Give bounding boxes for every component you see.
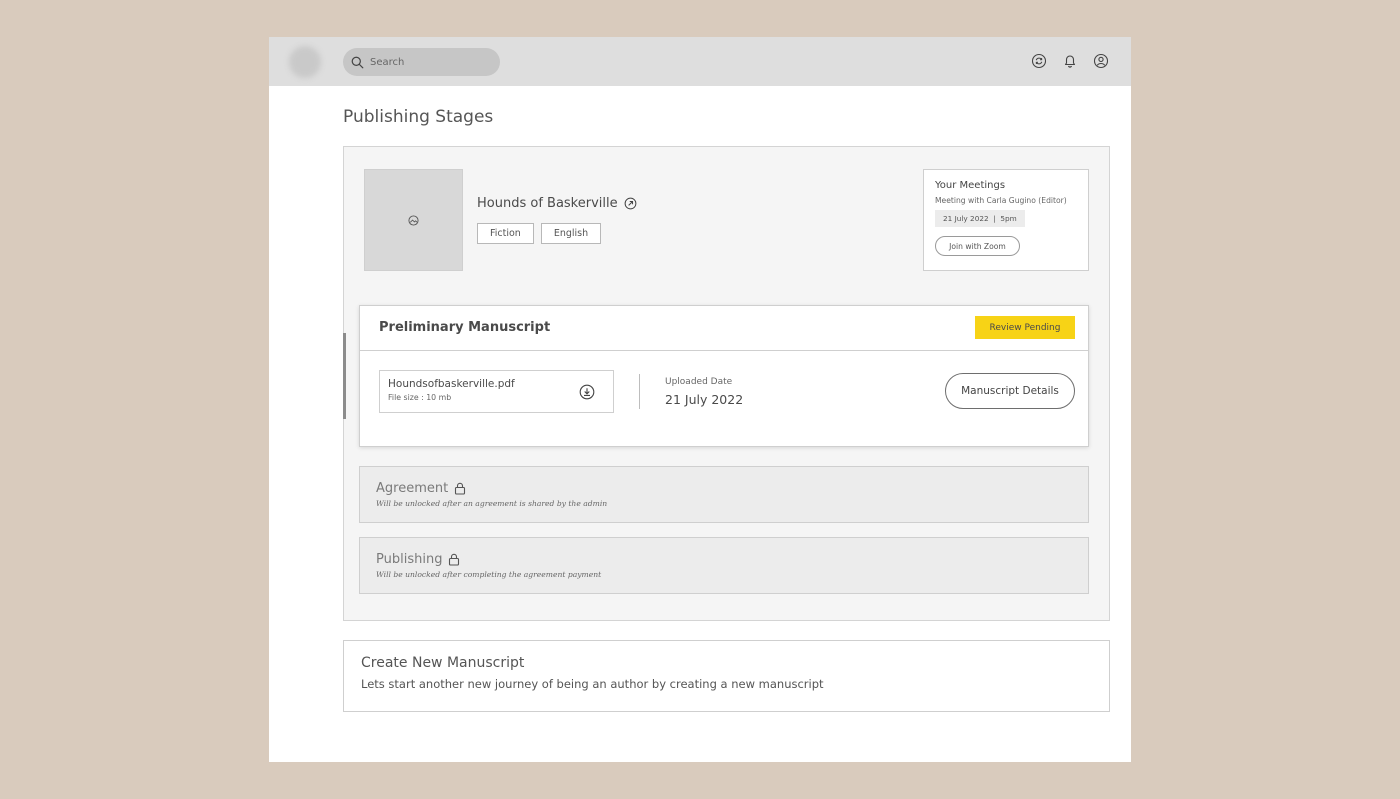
active-stage-indicator <box>343 333 346 419</box>
file-attachment[interactable]: Houndsofbaskerville.pdf File size : 10 m… <box>379 370 614 413</box>
image-placeholder-icon <box>408 214 419 226</box>
search-bar[interactable] <box>343 48 500 76</box>
stage-publishing: Publishing Will be unlocked after comple… <box>359 537 1089 594</box>
meeting-time: 21 July 2022 | 5pm <box>935 210 1025 227</box>
stage-title-row: Publishing <box>376 552 1072 567</box>
join-zoom-button[interactable]: Join with Zoom <box>935 236 1020 256</box>
stage-note: Will be unlocked after an agreement is s… <box>376 499 608 508</box>
vertical-divider <box>639 374 640 409</box>
book-title-row: Hounds of Baskerville <box>477 196 637 211</box>
meetings-card: Your Meetings Meeting with Carla Gugino … <box>923 169 1089 271</box>
tag-genre: Fiction <box>477 223 534 244</box>
manuscript-details-button[interactable]: Manuscript Details <box>945 373 1075 409</box>
book-title: Hounds of Baskerville <box>477 196 618 211</box>
top-bar <box>269 37 1131 86</box>
top-icons <box>1031 53 1109 69</box>
stages-panel: Hounds of Baskerville Fiction English Yo… <box>343 146 1110 621</box>
lock-icon <box>449 553 460 566</box>
stage-title: Agreement <box>376 481 449 496</box>
search-icon <box>351 56 364 68</box>
status-badge: Review Pending <box>975 316 1075 339</box>
stage-title: Publishing <box>376 552 443 567</box>
stage-header: Preliminary Manuscript Review Pending <box>360 306 1088 351</box>
refresh-icon[interactable] <box>1031 53 1047 69</box>
meeting-description: Meeting with Carla Gugino (Editor) <box>935 196 1067 205</box>
uploaded-date: 21 July 2022 <box>665 392 744 407</box>
search-input[interactable] <box>370 56 490 68</box>
meetings-title: Your Meetings <box>935 180 1006 191</box>
create-title: Create New Manuscript <box>361 655 525 671</box>
app-logo[interactable] <box>289 46 321 78</box>
file-name: Houndsofbaskerville.pdf <box>388 378 515 390</box>
stage-agreement: Agreement Will be unlocked after an agre… <box>359 466 1089 523</box>
book-tags: Fiction English <box>477 223 602 244</box>
bell-icon[interactable] <box>1062 53 1078 69</box>
file-size: File size : 10 mb <box>388 393 452 402</box>
tag-language: English <box>540 223 602 244</box>
download-icon[interactable] <box>579 384 595 400</box>
page-title: Publishing Stages <box>343 107 494 127</box>
lock-icon <box>455 482 466 495</box>
book-cover <box>364 169 463 271</box>
create-description: Lets start another new journey of being … <box>361 677 824 691</box>
uploaded-date-label: Uploaded Date <box>665 377 733 387</box>
stage-preliminary-manuscript: Preliminary Manuscript Review Pending Ho… <box>359 305 1089 447</box>
stage-title: Preliminary Manuscript <box>379 320 551 335</box>
stage-title-row: Agreement <box>376 481 1072 496</box>
external-link-icon[interactable] <box>624 197 637 210</box>
stage-note: Will be unlocked after completing the ag… <box>376 570 602 579</box>
user-icon[interactable] <box>1093 53 1109 69</box>
create-manuscript-card[interactable]: Create New Manuscript Lets start another… <box>343 640 1110 712</box>
app-window: Publishing Stages Hounds of Baskerville … <box>269 37 1131 762</box>
